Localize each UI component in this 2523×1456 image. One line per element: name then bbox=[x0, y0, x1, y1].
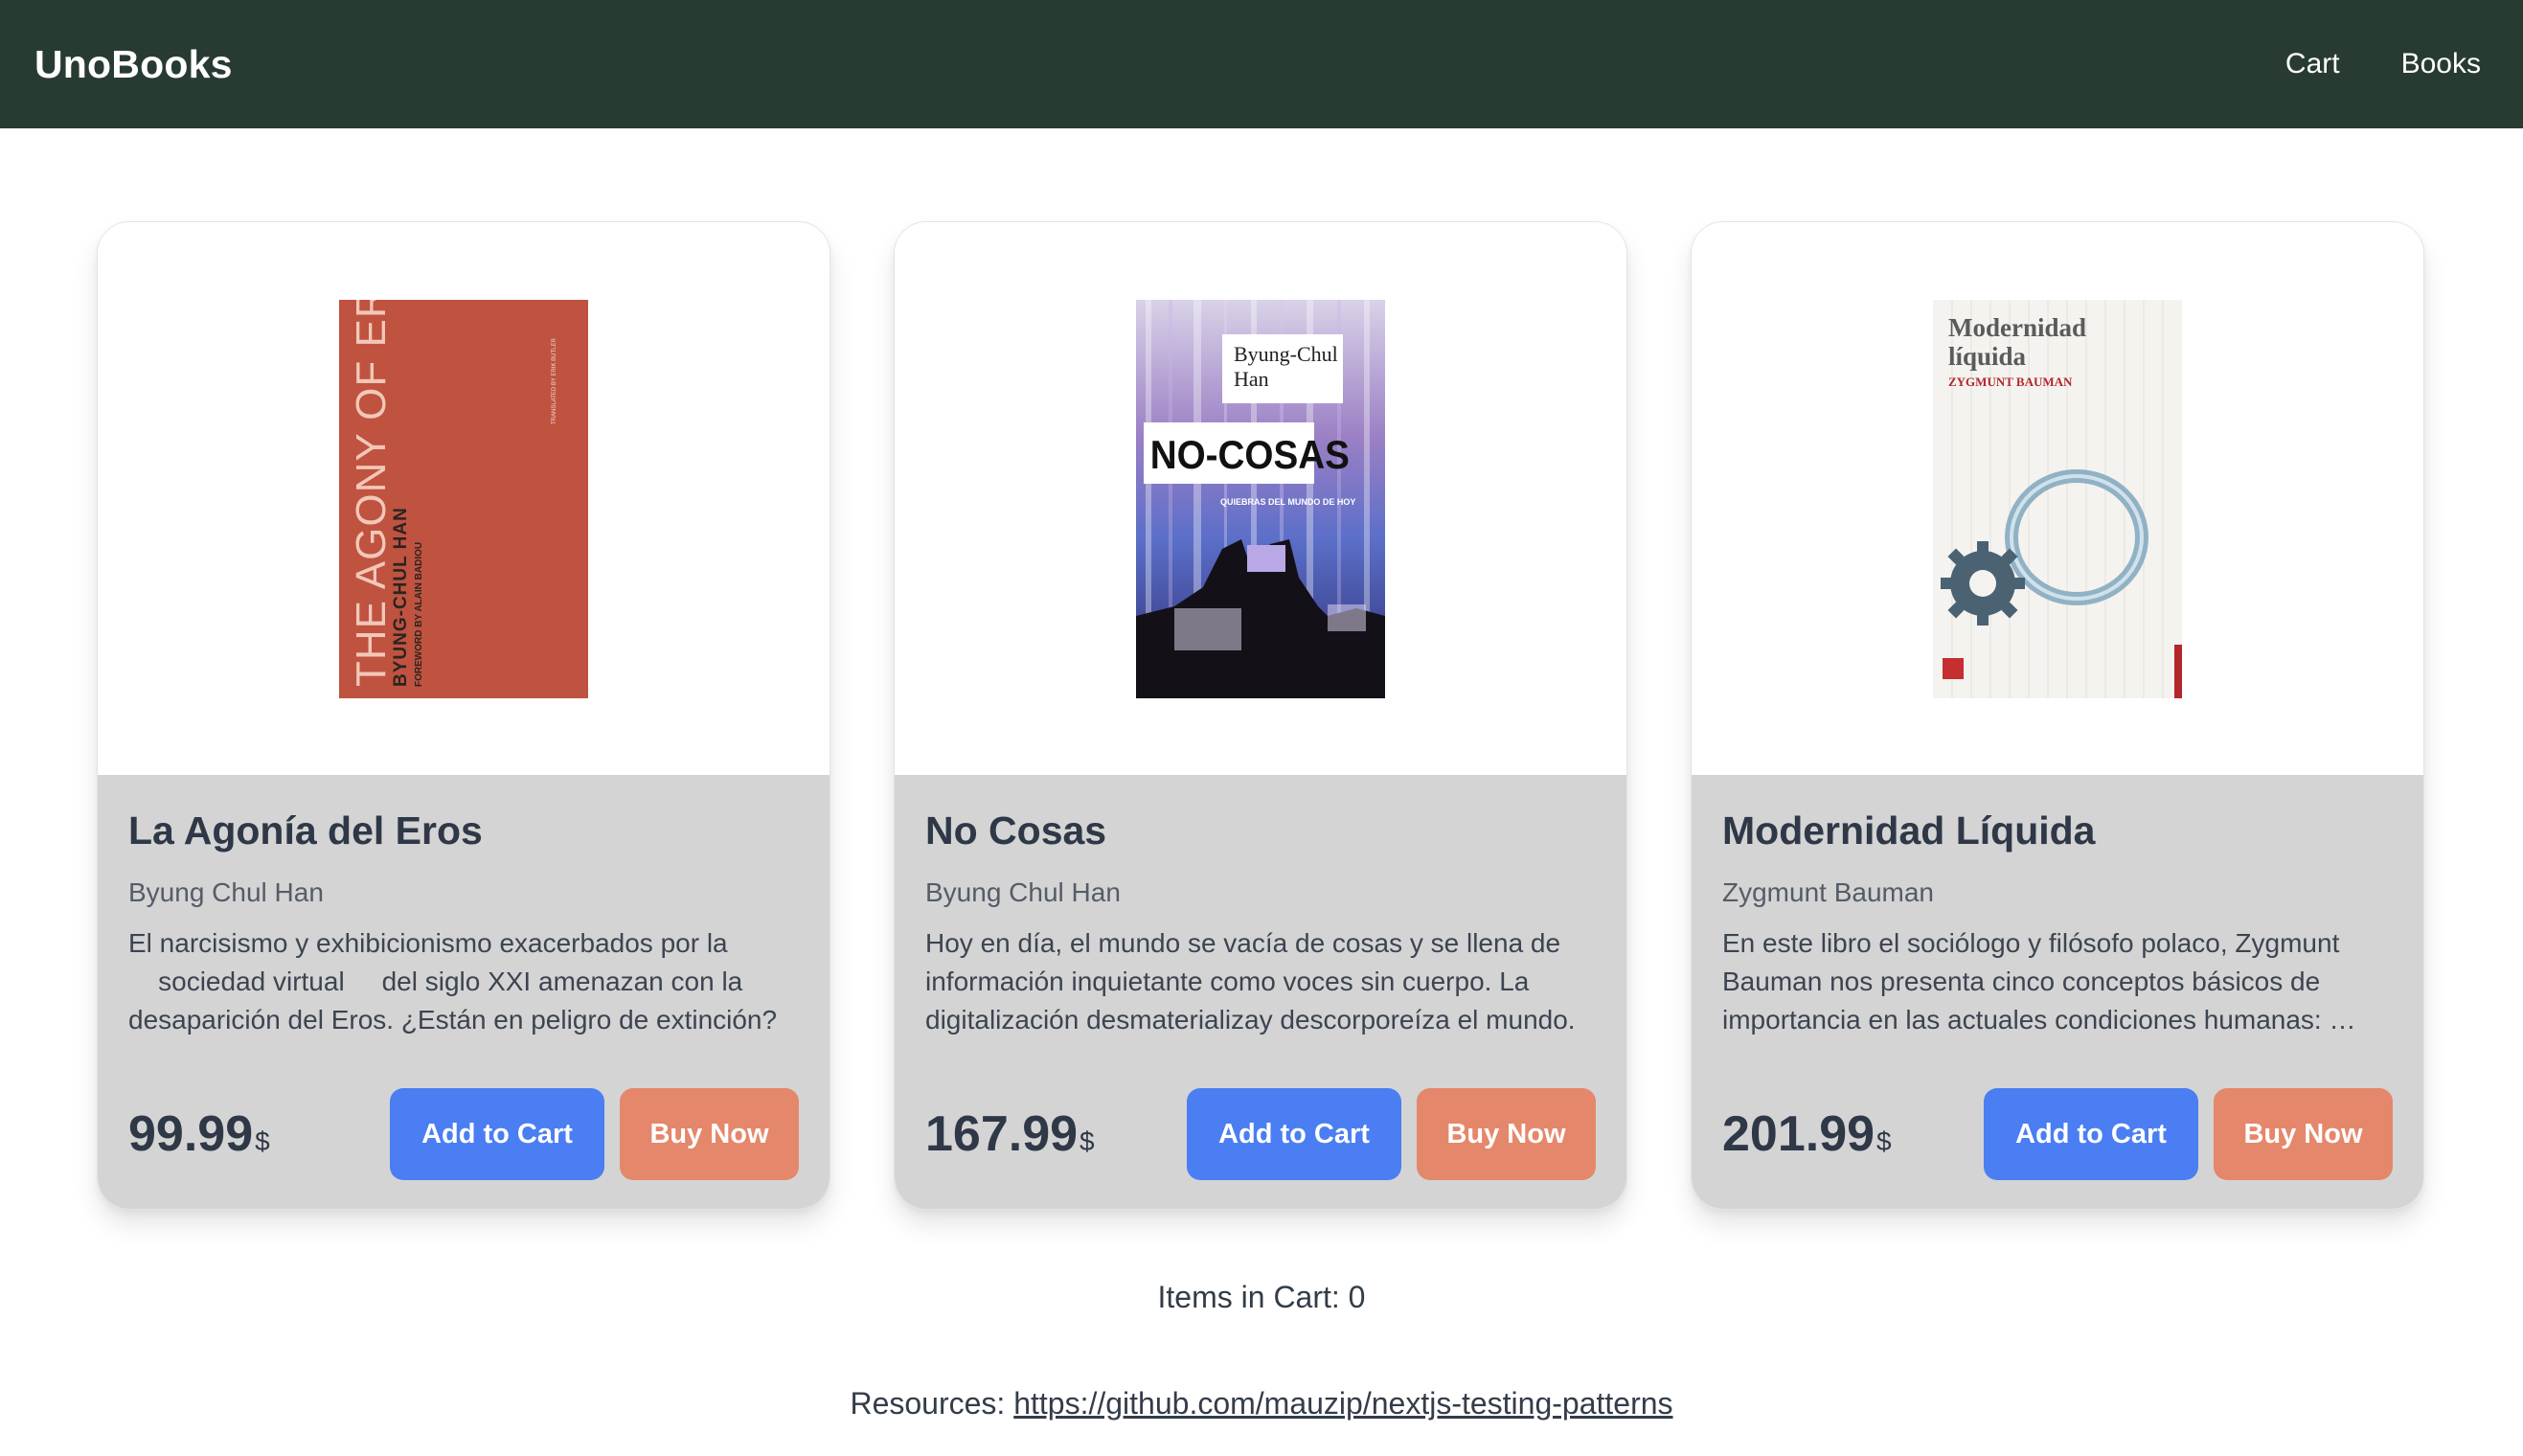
price-value: 99.99 bbox=[128, 1106, 254, 1162]
book-card-body: No Cosas Byung Chul Han Hoy en día, el m… bbox=[895, 775, 1626, 1209]
book-card: Modernidad líquida ZYGMUNT BAUMAN Modern… bbox=[1691, 221, 2424, 1210]
book-actions: Add to Cart Buy Now bbox=[1187, 1088, 1596, 1180]
cart-items-count: Items in Cart: 0 bbox=[1157, 1280, 1366, 1314]
add-to-cart-button[interactable]: Add to Cart bbox=[390, 1088, 604, 1180]
book-author: Zygmunt Bauman bbox=[1722, 877, 1934, 908]
nav-links: Cart Books bbox=[2285, 48, 2481, 80]
book-price: 201.99 $ bbox=[1722, 1105, 1892, 1163]
no-cosas-cover: Byung-Chul Han NO-COSAS QUIEBRAS DEL MUND… bbox=[1136, 299, 1385, 698]
book-author: Byung Chul Han bbox=[925, 877, 1121, 908]
book-card-body: Modernidad Líquida Zygmunt Bauman En est… bbox=[1692, 775, 2423, 1209]
book-card: THE AGONY OF EROS BYUNG-CHUL HAN FOREWOR… bbox=[97, 221, 830, 1210]
nav-link-books[interactable]: Books bbox=[2401, 48, 2481, 80]
add-to-cart-button[interactable]: Add to Cart bbox=[1984, 1088, 2198, 1180]
book-cover-image: Byung-Chul Han NO-COSAS QUIEBRAS DEL MUND… bbox=[1136, 299, 1385, 698]
price-value: 167.99 bbox=[925, 1106, 1079, 1162]
book-list: THE AGONY OF EROS BYUNG-CHUL HAN FOREWOR… bbox=[97, 221, 2424, 1210]
buy-now-button[interactable]: Buy Now bbox=[1417, 1088, 1596, 1180]
cover-title-text: THE AGONY OF EROS bbox=[348, 300, 395, 687]
nav-link-cart[interactable]: Cart bbox=[2285, 48, 2340, 80]
cover-author-text: ZYGMUNT BAUMAN bbox=[1948, 375, 2073, 389]
resources-link[interactable]: https://github.com/mauzip/nextjs-testing… bbox=[1013, 1386, 1672, 1421]
resources-label: Resources: bbox=[850, 1386, 1006, 1421]
navbar: UnoBooks Cart Books bbox=[0, 0, 2523, 128]
book-description: El narcisismo y exhibicionismo exacerbad… bbox=[128, 927, 778, 1035]
book-title: No Cosas bbox=[925, 808, 1107, 853]
book-card-body: La Agonía del Eros Byung Chul Han El nar… bbox=[98, 775, 830, 1209]
book-cover-image: Modernidad líquida ZYGMUNT BAUMAN bbox=[1933, 299, 2182, 698]
resources-footer: Resources: https://github.com/mauzip/nex… bbox=[0, 1386, 2523, 1422]
book-card: Byung-Chul Han NO-COSAS QUIEBRAS DEL MUND… bbox=[894, 221, 1627, 1210]
book-description: Hoy en día, el mundo se vacía de cosas y… bbox=[925, 927, 1576, 1035]
cover-subtitle-text: QUIEBRAS DEL MUNDO DE HOY bbox=[1220, 497, 1355, 507]
price-value: 201.99 bbox=[1722, 1106, 1875, 1162]
book-cover-container: THE AGONY OF EROS BYUNG-CHUL HAN FOREWOR… bbox=[98, 222, 830, 775]
agony-of-eros-cover: THE AGONY OF EROS BYUNG-CHUL HAN FOREWOR… bbox=[339, 299, 588, 698]
price-currency: $ bbox=[1080, 1126, 1095, 1156]
price-currency: $ bbox=[255, 1126, 270, 1156]
book-actions: Add to Cart Buy Now bbox=[390, 1088, 799, 1180]
buy-now-button[interactable]: Buy Now bbox=[2214, 1088, 2393, 1180]
price-currency: $ bbox=[1876, 1126, 1892, 1156]
cover-translator-text: TRANSLATED BY ERIK BUTLER bbox=[552, 337, 557, 423]
book-card-footer: 167.99 $ Add to Cart Buy Now bbox=[925, 1088, 1596, 1180]
book-price: 99.99 $ bbox=[128, 1105, 270, 1163]
cover-title-text: NO-COSAS bbox=[1150, 431, 1350, 477]
book-cover-container: Byung-Chul Han NO-COSAS QUIEBRAS DEL MUND… bbox=[895, 222, 1626, 775]
book-card-footer: 99.99 $ Add to Cart Buy Now bbox=[128, 1088, 799, 1180]
buy-now-button[interactable]: Buy Now bbox=[620, 1088, 799, 1180]
book-cover-container: Modernidad líquida ZYGMUNT BAUMAN bbox=[1692, 222, 2423, 775]
book-description: En este libro el sociólogo y filósofo po… bbox=[1722, 927, 2340, 1035]
cover-author-text: BYUNG-CHUL HAN bbox=[391, 507, 411, 687]
book-actions: Add to Cart Buy Now bbox=[1984, 1088, 2393, 1180]
book-author: Byung Chul Han bbox=[128, 877, 324, 908]
add-to-cart-button[interactable]: Add to Cart bbox=[1187, 1088, 1401, 1180]
modernidad-liquida-cover: Modernidad líquida ZYGMUNT BAUMAN bbox=[1933, 299, 2182, 698]
cover-foreword-text: FOREWORD BY ALAIN BADIOU bbox=[414, 541, 424, 686]
book-cover-image: THE AGONY OF EROS BYUNG-CHUL HAN FOREWOR… bbox=[339, 299, 588, 698]
book-title: La Agonía del Eros bbox=[128, 808, 483, 853]
book-price: 167.99 $ bbox=[925, 1105, 1095, 1163]
book-card-footer: 201.99 $ Add to Cart Buy Now bbox=[1722, 1088, 2393, 1180]
book-title: Modernidad Líquida bbox=[1722, 808, 2096, 853]
brand-logo[interactable]: UnoBooks bbox=[34, 42, 233, 87]
